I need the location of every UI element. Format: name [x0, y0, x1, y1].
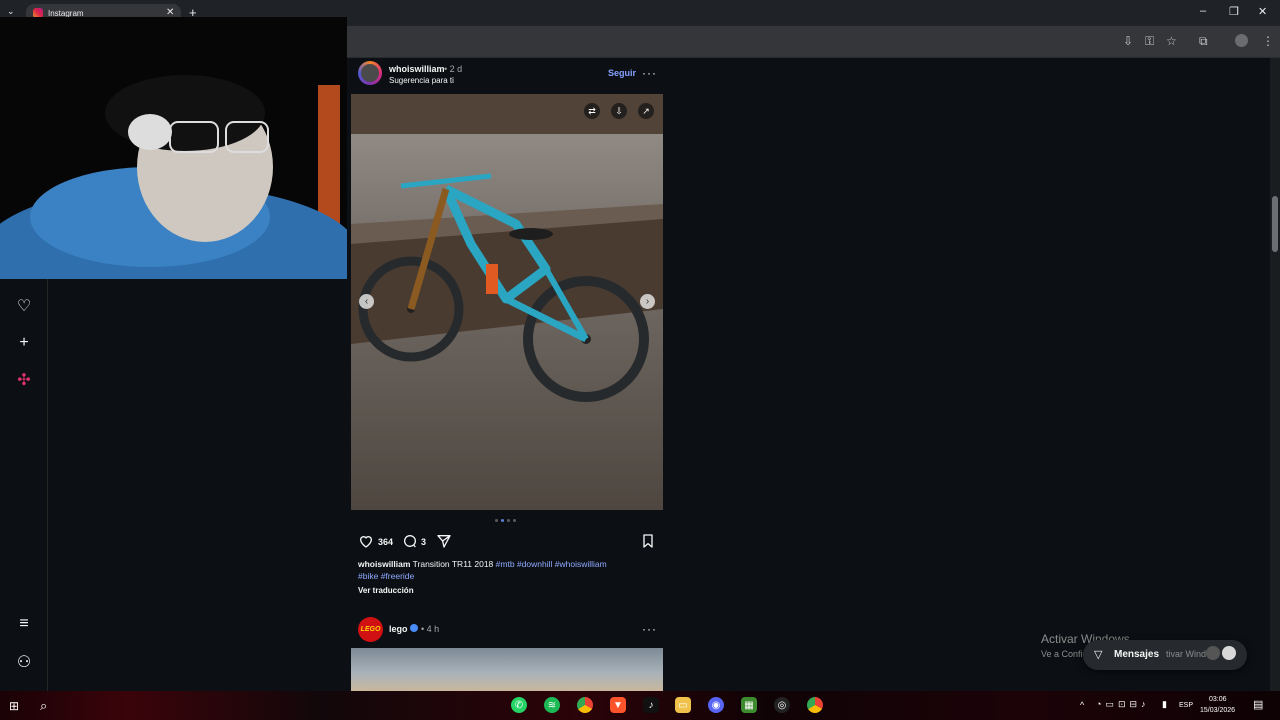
post2-time: • 4 h	[421, 624, 440, 634]
spotify-icon[interactable]: ≋	[544, 697, 560, 713]
search-icon[interactable]: ⌕	[40, 698, 47, 714]
close-window-icon[interactable]: ✕	[1258, 5, 1267, 18]
post2-photo[interactable]	[351, 648, 663, 691]
activate-windows-subtitle-tail: tivar Windo	[1166, 649, 1212, 659]
carousel-dot	[507, 519, 510, 522]
meta-ai-icon[interactable]: ✣	[14, 370, 34, 390]
like-count[interactable]: 364	[378, 537, 393, 547]
scrollbar-thumb[interactable]	[1272, 196, 1278, 252]
page-scrollbar[interactable]	[1270, 58, 1280, 691]
carousel-dot	[495, 519, 498, 522]
like-heart-icon[interactable]	[358, 533, 374, 549]
notifications-icon[interactable]: ▤	[1253, 698, 1263, 711]
comment-count[interactable]: 3	[421, 537, 426, 547]
password-key-icon[interactable]: ⚿	[1145, 34, 1154, 49]
message-avatar	[1222, 646, 1236, 660]
verified-badge-icon	[410, 624, 418, 632]
create-plus-icon[interactable]: +	[14, 333, 34, 353]
minecraft-icon[interactable]: ▦	[741, 697, 757, 713]
messages-send-icon: ▽	[1094, 649, 1103, 661]
hashtag[interactable]: #whoiswilliam	[555, 559, 607, 569]
clock-time[interactable]: 03:06	[1209, 696, 1227, 703]
author-avatar[interactable]	[361, 64, 379, 82]
open-external-icon[interactable]: ↗	[638, 103, 654, 119]
message-avatar	[1206, 646, 1220, 660]
discord-icon[interactable]: ◉	[708, 697, 724, 713]
profile-avatar[interactable]	[1235, 34, 1248, 47]
extensions-icon[interactable]: ⧉	[1199, 34, 1208, 49]
caption-author[interactable]: whoiswilliam	[358, 559, 410, 569]
brave-icon[interactable]: ▼	[610, 697, 626, 713]
save-bookmark-icon[interactable]	[640, 533, 656, 549]
clock-date[interactable]: 15/03/2026	[1200, 707, 1235, 714]
repost-icon[interactable]: ⇄	[584, 103, 600, 119]
post2-author[interactable]: lego	[389, 624, 408, 634]
share-send-icon[interactable]	[436, 533, 452, 549]
caption-text: Transition TR11 2018	[410, 559, 496, 569]
comment-icon[interactable]	[402, 533, 418, 549]
tray-overflow-icon[interactable]: ^	[1080, 700, 1084, 710]
carousel-dot	[513, 519, 516, 522]
restore-icon[interactable]: ❐	[1229, 5, 1239, 18]
minimize-icon[interactable]: –	[1200, 5, 1206, 17]
whatsapp-icon[interactable]: ✆	[511, 697, 527, 713]
hashtag[interactable]: #bike	[358, 571, 378, 581]
windows-taskbar	[0, 691, 1280, 720]
lego-avatar[interactable]: LEGO	[358, 617, 383, 642]
post-more-options-icon[interactable]: ···	[642, 66, 657, 80]
carousel-dot-active	[501, 519, 504, 522]
obs-icon[interactable]: ◎	[774, 697, 790, 713]
suggested-label: Sugerencia para ti	[389, 76, 454, 85]
webcam-overlay	[0, 17, 347, 279]
notifications-heart-icon[interactable]: ♡	[14, 296, 34, 316]
tray-system-icons[interactable]: ◔▭⊡⊟♪	[1096, 699, 1150, 710]
chrome-icon[interactable]	[577, 697, 593, 713]
carousel-prev-button[interactable]: ‹	[359, 294, 374, 309]
post2-more-options-icon[interactable]: ···	[642, 622, 657, 636]
lego-logo-text: LEGO	[360, 626, 381, 633]
hashtag[interactable]: #freeride	[381, 571, 415, 581]
file-explorer-icon[interactable]: ▭	[675, 697, 691, 713]
post-time: • 2 d	[444, 64, 463, 74]
microphone-icon[interactable]: ▮	[1162, 699, 1167, 710]
install-app-icon[interactable]: ⇩	[1123, 34, 1133, 48]
tab-search-dropdown-icon[interactable]: ⌄	[7, 6, 15, 17]
windows-start-icon[interactable]: ⊞	[9, 699, 22, 713]
download-icon[interactable]: ⇩	[611, 103, 627, 119]
bookmark-star-icon[interactable]: ☆	[1166, 34, 1177, 48]
hashtag[interactable]: #mtb	[496, 559, 515, 569]
more-menu-icon[interactable]: ≡	[14, 614, 34, 634]
chrome-profile-icon[interactable]	[807, 697, 823, 713]
post-photo[interactable]	[351, 94, 663, 510]
post-author[interactable]: whoiswilliam	[389, 64, 445, 74]
follow-button[interactable]: Seguir	[608, 68, 636, 78]
browser-menu-icon[interactable]: ⋮	[1262, 34, 1274, 48]
messages-label: Mensajes	[1114, 649, 1160, 660]
carousel-next-button[interactable]: ›	[640, 294, 655, 309]
tiktok-icon[interactable]: ♪	[643, 697, 659, 713]
language-indicator[interactable]: ESP	[1179, 702, 1193, 709]
post-caption: whoiswilliam Transition TR11 2018 #mtb #…	[358, 558, 658, 582]
hashtag[interactable]: #downhill	[517, 559, 552, 569]
see-translation-link[interactable]: Ver traducción	[358, 586, 414, 595]
threads-apps-icon[interactable]: ⚇	[14, 652, 34, 672]
